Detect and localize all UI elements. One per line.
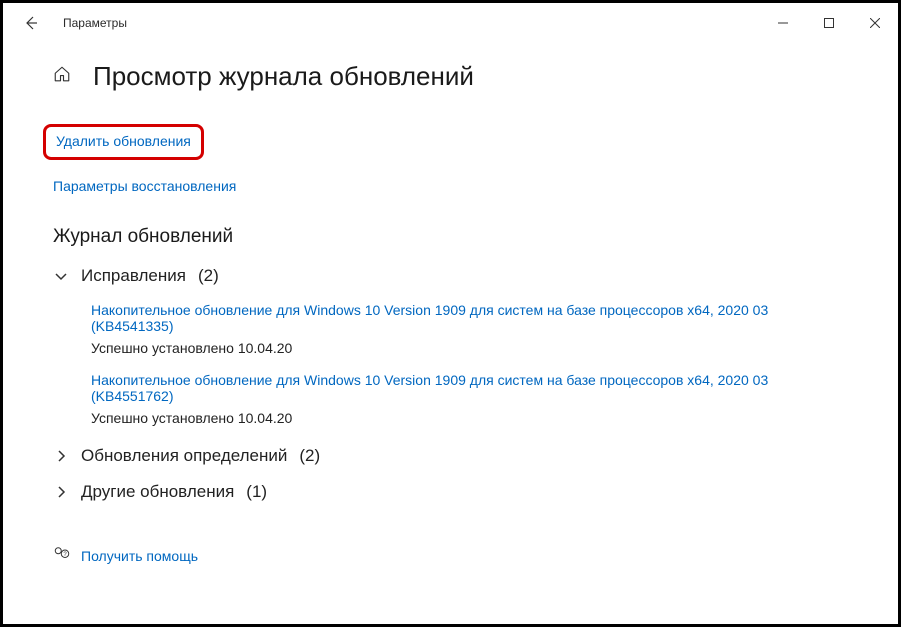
section-other-header[interactable]: Другие обновления (1) xyxy=(53,478,848,506)
uninstall-updates-link[interactable]: Удалить обновления xyxy=(56,133,191,149)
help-icon: ? xyxy=(53,544,71,567)
section-label: Обновления определений xyxy=(81,446,287,466)
update-title-link[interactable]: Накопительное обновление для Windows 10 … xyxy=(91,372,848,404)
get-help-link[interactable]: Получить помощь xyxy=(81,548,198,564)
back-button[interactable] xyxy=(15,7,47,39)
chevron-right-icon xyxy=(53,448,69,464)
uninstall-updates-highlight: Удалить обновления xyxy=(43,124,204,160)
recovery-options-link[interactable]: Параметры восстановления xyxy=(53,178,236,194)
app-title: Параметры xyxy=(63,16,127,30)
section-count: (2) xyxy=(198,266,219,286)
maximize-button[interactable] xyxy=(806,3,852,43)
content-area: Просмотр журнала обновлений Удалить обно… xyxy=(3,43,898,567)
history-heading: Журнал обновлений xyxy=(53,226,848,248)
section-definitions-header[interactable]: Обновления определений (2) xyxy=(53,442,848,470)
update-item: Накопительное обновление для Windows 10 … xyxy=(91,372,848,426)
section-definitions: Обновления определений (2) xyxy=(53,442,848,470)
section-label: Исправления xyxy=(81,266,186,286)
chevron-down-icon xyxy=(53,268,69,284)
section-count: (2) xyxy=(299,446,320,466)
update-status: Успешно установлено 10.04.20 xyxy=(91,410,848,426)
chevron-right-icon xyxy=(53,484,69,500)
section-count: (1) xyxy=(246,482,267,502)
update-title-link[interactable]: Накопительное обновление для Windows 10 … xyxy=(91,302,848,334)
home-icon[interactable] xyxy=(53,65,71,88)
section-fixes-header[interactable]: Исправления (2) xyxy=(53,262,848,290)
close-button[interactable] xyxy=(852,3,898,43)
section-other: Другие обновления (1) xyxy=(53,478,848,506)
window-controls xyxy=(760,3,898,43)
section-fixes: Исправления (2) Накопительное обновление… xyxy=(53,262,848,426)
update-status: Успешно установлено 10.04.20 xyxy=(91,340,848,356)
title-bar: Параметры xyxy=(3,3,898,43)
minimize-button[interactable] xyxy=(760,3,806,43)
section-label: Другие обновления xyxy=(81,482,234,502)
page-title: Просмотр журнала обновлений xyxy=(93,61,474,92)
update-item: Накопительное обновление для Windows 10 … xyxy=(91,302,848,356)
